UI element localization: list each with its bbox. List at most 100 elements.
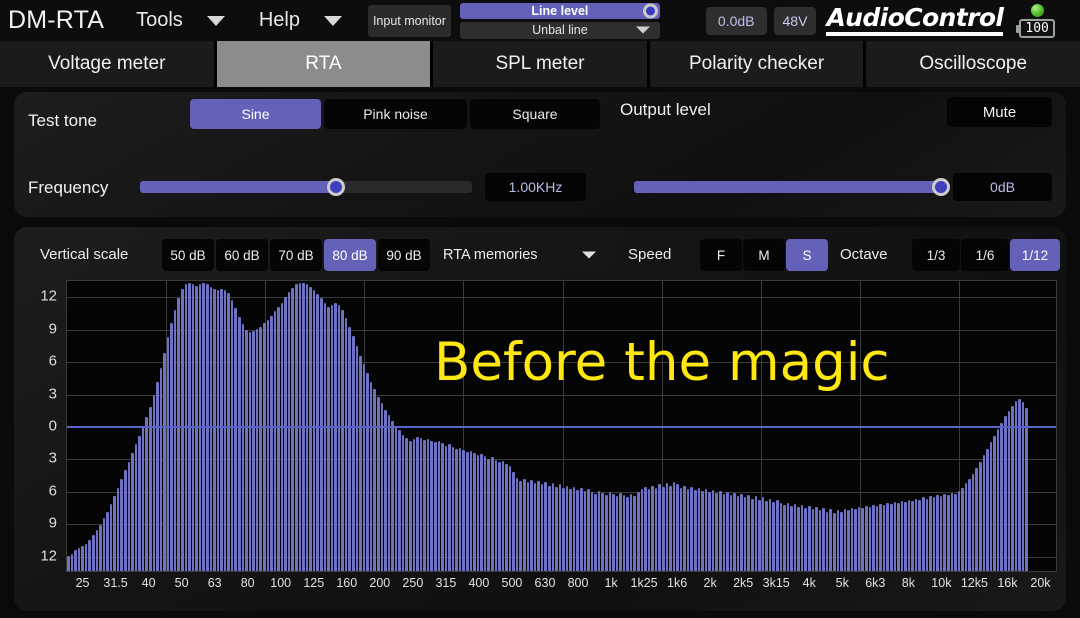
frequency-slider[interactable] xyxy=(140,178,472,196)
spectrum-bar xyxy=(914,498,918,571)
spectrum-bar xyxy=(733,493,736,571)
speed-slow-button[interactable]: S xyxy=(786,239,828,271)
chart-x-tick-label: 6k3 xyxy=(865,576,886,590)
chart-y-tick-label: 0 xyxy=(48,417,57,435)
speed-fast-button[interactable]: F xyxy=(700,239,742,271)
chart-x-tick-label: 31.5 xyxy=(103,576,128,590)
tab-polarity-checker[interactable]: Polarity checker xyxy=(649,41,864,87)
mute-button[interactable]: Mute xyxy=(947,97,1052,127)
spectrum-bar xyxy=(615,496,619,571)
output-level-value-display[interactable]: 0dB xyxy=(953,173,1052,201)
spectrum-bar xyxy=(444,445,448,571)
spectrum-bar xyxy=(476,455,480,571)
line-level-slider-knob[interactable] xyxy=(642,3,658,18)
spectrum-bar xyxy=(230,299,234,571)
spectrum-bar xyxy=(216,289,220,571)
octave-sixth-button[interactable]: 1/6 xyxy=(961,239,1009,271)
output-level-slider[interactable] xyxy=(634,178,950,196)
spectrum-bar xyxy=(857,507,861,571)
frequency-slider-knob[interactable] xyxy=(326,178,345,196)
brand-underline xyxy=(826,32,1004,36)
output-level-slider-knob[interactable] xyxy=(932,178,950,196)
chart-y-tick-label: 9 xyxy=(48,320,57,338)
input-source-select[interactable]: Unbal line xyxy=(459,21,660,39)
spectrum-bar xyxy=(868,507,872,571)
power-led-icon xyxy=(1030,3,1044,17)
chevron-down-icon[interactable] xyxy=(323,15,342,26)
spectrum-bar xyxy=(694,489,697,571)
spectrum-bar xyxy=(266,320,270,571)
spectrum-bar xyxy=(815,507,818,571)
phantom-power-button[interactable]: 48V xyxy=(773,6,817,35)
spectrum-bar xyxy=(323,302,327,571)
chart-x-tick-label: 2k5 xyxy=(733,576,754,590)
rta-spectrum-chart[interactable]: Before the magic xyxy=(66,280,1057,572)
spectrum-bar xyxy=(690,486,693,571)
spectrum-bar xyxy=(74,550,77,571)
vscale-70db-button[interactable]: 70 dB xyxy=(270,239,322,271)
spectrum-bar xyxy=(718,490,722,571)
vscale-50db-button[interactable]: 50 dB xyxy=(162,239,214,271)
spectrum-bar xyxy=(337,304,341,571)
zero-db-reference-line xyxy=(67,426,1056,428)
spectrum-bar xyxy=(971,473,975,571)
tab-spl-meter[interactable]: SPL meter xyxy=(433,41,647,87)
battery-level-label: 100 xyxy=(1025,20,1049,36)
spectrum-bar xyxy=(665,483,669,571)
spectrum-bar xyxy=(679,487,683,571)
waveform-sine-button[interactable]: Sine xyxy=(190,99,321,129)
octave-third-button[interactable]: 1/3 xyxy=(912,239,960,271)
input-monitor-button[interactable]: Input monitor xyxy=(367,4,451,37)
menu-help[interactable]: Help xyxy=(249,9,306,32)
waveform-pink-noise-button[interactable]: Pink noise xyxy=(324,99,467,129)
spectrum-bar xyxy=(1007,410,1011,571)
spectrum-bar xyxy=(166,337,170,571)
spectrum-bar xyxy=(768,498,772,571)
chart-y-tick-label: 12 xyxy=(40,547,57,565)
vscale-60db-button[interactable]: 60 dB xyxy=(216,239,268,271)
spectrum-bar xyxy=(412,439,416,571)
spectrum-bar xyxy=(238,316,241,571)
spectrum-bar xyxy=(156,381,159,571)
chart-x-tick-label: 160 xyxy=(336,576,358,590)
spectrum-bar xyxy=(843,509,847,571)
input-settings-group: Line level Unbal line xyxy=(459,2,660,39)
vscale-80db-button[interactable]: 80 dB xyxy=(324,239,376,271)
spectrum-bar xyxy=(526,482,530,571)
line-level-slider[interactable]: Line level xyxy=(459,2,660,19)
tab-oscilloscope[interactable]: Oscilloscope xyxy=(866,41,1080,87)
brand-name: AudioControl xyxy=(826,3,1004,32)
spectrum-bar xyxy=(772,501,775,571)
chart-x-tick-label: 500 xyxy=(501,576,523,590)
rta-panel: Vertical scale 50 dB 60 dB 70 dB 80 dB 9… xyxy=(14,227,1066,611)
menu-tools[interactable]: Tools xyxy=(126,9,189,32)
chart-x-axis: 25 31.5 40 50 63 80 100 125 160 200 250 315 400 500 63… xyxy=(66,576,1057,598)
spectrum-bar xyxy=(423,440,426,571)
spectrum-bar xyxy=(241,324,245,571)
gain-value-display[interactable]: 0.0dB xyxy=(705,6,767,35)
spectrum-bar xyxy=(637,492,640,571)
waveform-square-button[interactable]: Square xyxy=(470,99,600,129)
frequency-value-display[interactable]: 1.00KHz xyxy=(485,173,586,201)
chart-y-tick-label: 3 xyxy=(48,385,57,403)
vscale-90db-button[interactable]: 90 dB xyxy=(378,239,430,271)
spectrum-bar xyxy=(961,487,964,571)
spectrum-bar xyxy=(213,288,216,571)
chart-x-tick-label: 5k xyxy=(835,576,849,590)
tab-rta[interactable]: RTA xyxy=(216,41,431,87)
tab-voltage-meter[interactable]: Voltage meter xyxy=(0,41,214,87)
spectrum-bar xyxy=(537,481,540,571)
spectrum-bar xyxy=(608,492,612,571)
chart-x-tick-label: 50 xyxy=(174,576,189,590)
spectrum-bar xyxy=(99,524,102,571)
spectrum-bar xyxy=(91,535,95,571)
rta-memories-dropdown[interactable]: RTA memories xyxy=(432,239,612,271)
octave-label: Octave xyxy=(840,246,888,263)
chevron-down-icon[interactable] xyxy=(206,15,225,26)
chart-plot-area[interactable] xyxy=(66,280,1057,572)
spectrum-bar xyxy=(943,494,946,571)
spectrum-bar xyxy=(487,458,490,571)
speed-medium-button[interactable]: M xyxy=(743,239,785,271)
octave-twelfth-button[interactable]: 1/12 xyxy=(1010,239,1060,271)
tab-label: Polarity checker xyxy=(688,53,825,74)
